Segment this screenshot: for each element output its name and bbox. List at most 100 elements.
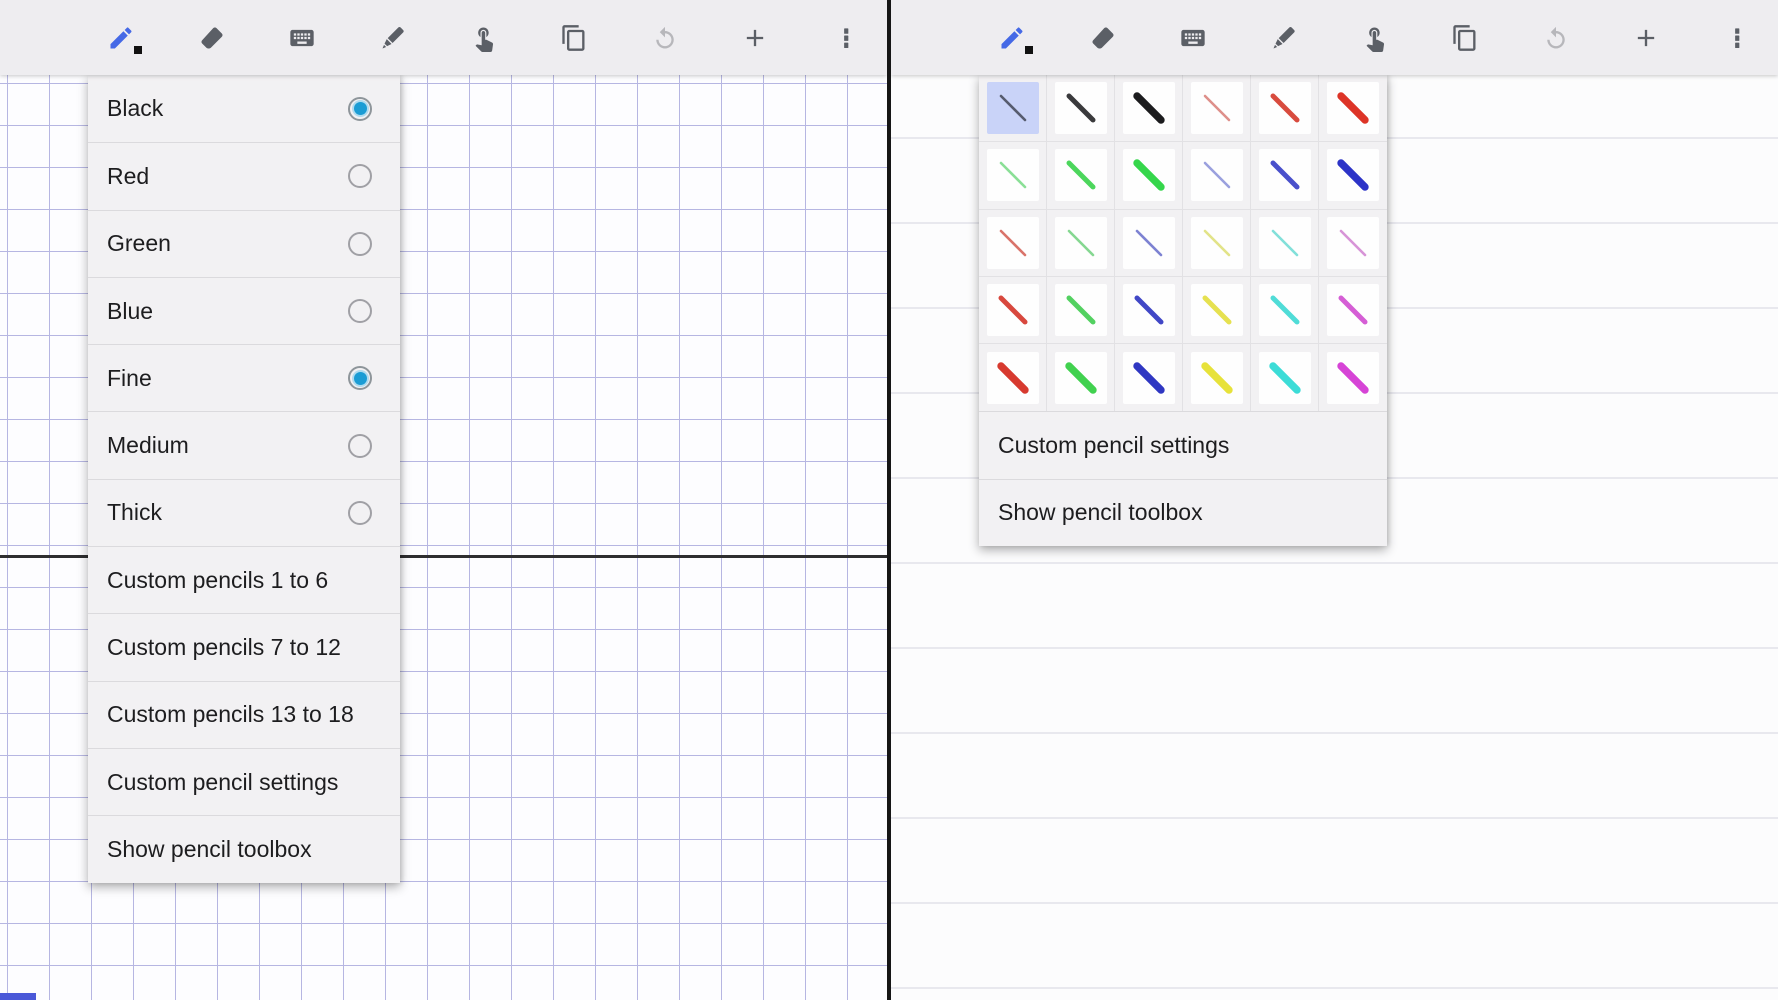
pencil-swatch-custom-11[interactable] [1251, 277, 1319, 344]
menu-item-custom-pencil-settings[interactable]: Custom pencil settings [88, 748, 400, 815]
menu-item-custom-pencils-1-to-6[interactable]: Custom pencils 1 to 6 [88, 546, 400, 613]
menu-item-label: Medium [107, 432, 189, 459]
menu-item-fine[interactable]: Fine [88, 344, 400, 411]
overflow-menu-icon[interactable] [1712, 9, 1762, 67]
radio-unselected-icon [348, 501, 372, 525]
pencil-swatch-blue-fine[interactable] [1183, 142, 1251, 209]
left-note-pane: Black Red Green Blue Fine Medium Thick Custom p… [0, 0, 887, 1000]
pencil-swatch-custom-12[interactable] [1319, 277, 1387, 344]
undo-icon[interactable] [1531, 9, 1581, 67]
pencil-swatch-custom-10[interactable] [1183, 277, 1251, 344]
menu-item-label: Thick [107, 499, 162, 526]
panel-item-label: Show pencil toolbox [998, 499, 1203, 526]
pencil-stroke-preview [987, 284, 1039, 336]
pencil-swatch-custom-15[interactable] [1115, 344, 1183, 411]
pencil-swatch-panel: Custom pencil settings Show pencil toolbo… [979, 75, 1387, 546]
menu-item-label: Blue [107, 298, 153, 325]
menu-item-label: Show pencil toolbox [107, 836, 312, 863]
menu-item-medium[interactable]: Medium [88, 411, 400, 478]
pencil-swatch-black-medium[interactable] [1047, 75, 1115, 142]
pencil-swatch-red-medium[interactable] [1251, 75, 1319, 142]
menu-item-green[interactable]: Green [88, 210, 400, 277]
menu-item-label: Green [107, 230, 171, 257]
pencil-swatch-blue-medium[interactable] [1251, 142, 1319, 209]
right-toolbar [891, 0, 1778, 75]
add-page-icon[interactable] [730, 9, 780, 67]
pencil-options-menu: Black Red Green Blue Fine Medium Thick Custom p… [88, 75, 400, 883]
pencil-swatch-custom-14[interactable] [1047, 344, 1115, 411]
pencil-swatch-custom-3[interactable] [1115, 210, 1183, 277]
overflow-menu-icon[interactable] [821, 9, 871, 67]
pencil-swatch-custom-7[interactable] [979, 277, 1047, 344]
undo-icon[interactable] [640, 9, 690, 67]
pencil-stroke-preview [1123, 149, 1175, 201]
pencil-swatch-green-fine[interactable] [979, 142, 1047, 209]
split-screen-divider [887, 0, 891, 1000]
pencil-swatch-custom-13[interactable] [979, 344, 1047, 411]
pencil-swatch-custom-6[interactable] [1319, 210, 1387, 277]
marker-tool-icon[interactable] [1259, 9, 1309, 67]
pencil-swatch-blue-thick[interactable] [1319, 142, 1387, 209]
pencil-stroke-preview [1327, 352, 1379, 404]
eraser-tool-icon[interactable] [187, 9, 237, 67]
menu-item-show-pencil-toolbox[interactable]: Show pencil toolbox [88, 815, 400, 882]
current-color-indicator [134, 46, 142, 54]
pencil-stroke-preview [1259, 284, 1311, 336]
add-page-icon[interactable] [1621, 9, 1671, 67]
pencil-swatch-red-fine[interactable] [1183, 75, 1251, 142]
menu-item-custom-pencils-13-to-18[interactable]: Custom pencils 13 to 18 [88, 681, 400, 748]
eraser-tool-icon[interactable] [1078, 9, 1128, 67]
pencil-swatch-custom-2[interactable] [1047, 210, 1115, 277]
menu-item-black[interactable]: Black [88, 75, 400, 142]
pencil-stroke-preview [1191, 284, 1243, 336]
pages-tool-icon[interactable] [1440, 9, 1490, 67]
pencil-swatch-custom-1[interactable] [979, 210, 1047, 277]
hand-tool-icon[interactable] [1350, 9, 1400, 67]
pencil-stroke-preview [1055, 217, 1107, 269]
pencil-swatch-black-fine[interactable] [979, 75, 1047, 142]
pencil-swatch-red-thick[interactable] [1319, 75, 1387, 142]
panel-item-show-pencil-toolbox[interactable]: Show pencil toolbox [979, 479, 1387, 546]
pencil-swatch-custom-8[interactable] [1047, 277, 1115, 344]
pencil-swatch-custom-18[interactable] [1319, 344, 1387, 411]
pencil-stroke-preview [1123, 352, 1175, 404]
panel-item-custom-pencil-settings[interactable]: Custom pencil settings [979, 411, 1387, 478]
pencil-swatch-custom-17[interactable] [1251, 344, 1319, 411]
pages-tool-icon[interactable] [549, 9, 599, 67]
menu-item-thick[interactable]: Thick [88, 479, 400, 546]
menu-item-label: Red [107, 163, 149, 190]
menu-item-red[interactable]: Red [88, 142, 400, 209]
pencil-swatch-custom-16[interactable] [1183, 344, 1251, 411]
radio-unselected-icon [348, 434, 372, 458]
pencil-stroke-preview [1055, 149, 1107, 201]
panel-item-label: Custom pencil settings [998, 432, 1229, 459]
pencil-stroke-preview [1055, 352, 1107, 404]
pencil-stroke-preview [1327, 217, 1379, 269]
pencil-tool-icon[interactable] [987, 9, 1037, 67]
menu-item-blue[interactable]: Blue [88, 277, 400, 344]
marker-tool-icon[interactable] [368, 9, 418, 67]
pencil-stroke-preview [1327, 82, 1379, 134]
pencil-swatch-green-thick[interactable] [1115, 142, 1183, 209]
menu-item-label: Black [107, 95, 163, 122]
keyboard-tool-icon[interactable] [277, 9, 327, 67]
menu-item-custom-pencils-7-to-12[interactable]: Custom pencils 7 to 12 [88, 613, 400, 680]
pencil-swatch-custom-4[interactable] [1183, 210, 1251, 277]
hand-tool-icon[interactable] [459, 9, 509, 67]
pencil-stroke-preview [1191, 82, 1243, 134]
radio-unselected-icon [348, 232, 372, 256]
pencil-stroke-preview [1327, 149, 1379, 201]
right-note-pane: Custom pencil settings Show pencil toolbo… [891, 0, 1778, 1000]
pencil-swatch-black-thick[interactable] [1115, 75, 1183, 142]
pencil-stroke-preview [1055, 284, 1107, 336]
pencil-stroke-preview [1191, 149, 1243, 201]
pencil-swatch-custom-5[interactable] [1251, 210, 1319, 277]
pencil-panel-items: Custom pencil settings Show pencil toolbo… [979, 411, 1387, 546]
pencil-stroke-preview [1259, 82, 1311, 134]
pencil-swatch-green-medium[interactable] [1047, 142, 1115, 209]
pencil-stroke-preview [987, 82, 1039, 134]
pencil-tool-icon[interactable] [96, 9, 146, 67]
pencil-swatch-custom-9[interactable] [1115, 277, 1183, 344]
pencil-stroke-preview [1191, 217, 1243, 269]
keyboard-tool-icon[interactable] [1168, 9, 1218, 67]
